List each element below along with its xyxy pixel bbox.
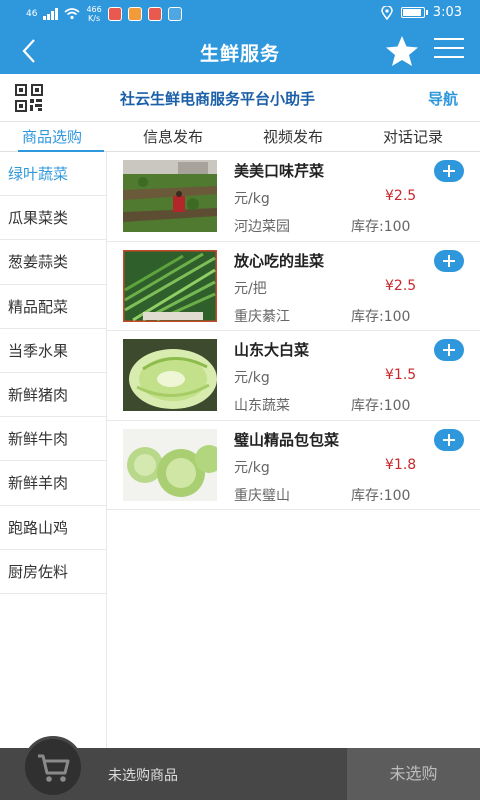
product-origin: 重庆綦江 <box>234 308 290 325</box>
star-icon <box>386 36 418 66</box>
tab-publish-info[interactable]: 信息发布 <box>143 126 203 147</box>
checkout-button[interactable]: 未选购 <box>347 748 480 800</box>
message-icon <box>167 7 182 21</box>
product-list: 美美口味芹菜 元/kg ¥2.5 河边菜园 库存:100 放心吃的韭菜 元/把 … <box>107 152 480 748</box>
product-unit: 元/kg <box>234 191 270 207</box>
product-stock: 库存:100 <box>351 219 411 235</box>
product-price: ¥1.8 <box>385 456 417 473</box>
menu-icon <box>434 38 464 58</box>
product-image-napa-cabbage <box>123 339 217 411</box>
product-stock: 库存:100 <box>351 487 411 504</box>
category-item[interactable]: 葱姜蒜类 <box>0 240 106 285</box>
product-name: 璧山精品包包菜 <box>234 430 340 449</box>
favorite-button[interactable] <box>384 34 420 68</box>
location-icon <box>381 5 393 20</box>
net-speed-unit: K/s <box>88 14 101 23</box>
category-item[interactable]: 新鲜羊肉 <box>0 461 106 506</box>
shopping-cart-icon <box>38 754 70 782</box>
notification-app-icon <box>127 7 142 21</box>
net-speed-value: 466 <box>86 5 102 14</box>
category-sidebar: 绿叶蔬菜 瓜果菜类 葱姜蒜类 精品配菜 当季水果 新鲜猪肉 新鲜牛肉 新鲜羊肉 … <box>0 152 107 748</box>
product-origin: 重庆璧山 <box>234 487 290 504</box>
product-image-round-cabbage <box>123 428 217 501</box>
category-item[interactable]: 跑路山鸡 <box>0 506 106 550</box>
net-speed: 466 K/s <box>86 5 101 23</box>
add-to-cart-button[interactable] <box>434 160 464 182</box>
product-price: ¥1.5 <box>385 367 417 383</box>
cart-status-text: 未选购商品 <box>108 768 178 784</box>
product-item[interactable]: 山东大白菜 元/kg ¥1.5 山东蔬菜 库存:100 <box>107 331 480 421</box>
assistant-title: 社云生鲜电商服务平台小助手 <box>120 90 316 108</box>
product-name: 山东大白菜 <box>234 341 310 359</box>
product-name: 放心吃的韭菜 <box>234 251 325 270</box>
notification-app-icon <box>107 7 122 21</box>
navigation-link[interactable]: 导航 <box>428 88 458 109</box>
tab-bar: 商品选购 信息发布 视频发布 对话记录 <box>0 122 480 152</box>
status-right: 3:03 <box>381 5 462 20</box>
menu-button[interactable] <box>434 38 464 64</box>
tab-publish-video[interactable]: 视频发布 <box>263 126 323 147</box>
product-image-chives <box>123 249 217 322</box>
category-item[interactable]: 新鲜牛肉 <box>0 417 106 462</box>
assistant-bar: 社云生鲜电商服务平台小助手 导航 <box>0 74 480 122</box>
signal-icon <box>43 8 59 20</box>
category-item[interactable]: 当季水果 <box>0 329 106 373</box>
category-item[interactable]: 新鲜猪肉 <box>0 373 106 418</box>
wifi-icon <box>64 8 80 20</box>
product-item[interactable]: 放心吃的韭菜 元/把 ¥2.5 重庆綦江 库存:100 <box>107 242 480 331</box>
product-price: ¥2.5 <box>385 277 417 294</box>
product-price: ¥2.5 <box>385 188 417 204</box>
add-to-cart-button[interactable] <box>434 249 464 272</box>
qr-code-button[interactable] <box>15 84 43 112</box>
product-stock: 库存:100 <box>351 308 411 325</box>
category-item[interactable]: 绿叶蔬菜 <box>0 152 106 197</box>
tab-chat-history[interactable]: 对话记录 <box>383 126 443 147</box>
cart-button[interactable] <box>22 736 84 798</box>
status-bar: 46 466 K/s 3:03 <box>0 0 480 28</box>
battery-icon <box>400 7 428 18</box>
product-item[interactable]: 璧山精品包包菜 元/kg ¥1.8 重庆璧山 库存:100 <box>107 421 480 510</box>
tab-shopping[interactable]: 商品选购 <box>22 126 82 147</box>
add-to-cart-button[interactable] <box>434 339 464 361</box>
add-to-cart-button[interactable] <box>434 428 464 451</box>
product-item[interactable]: 美美口味芹菜 元/kg ¥2.5 河边菜园 库存:100 <box>107 152 480 242</box>
product-unit: 元/kg <box>234 459 270 476</box>
product-origin: 河边菜园 <box>234 219 290 235</box>
status-left: 46 466 K/s <box>26 5 182 23</box>
clock: 3:03 <box>432 5 462 20</box>
category-item[interactable]: 厨房佐料 <box>0 550 106 594</box>
qr-code-icon <box>15 84 43 112</box>
product-origin: 山东蔬菜 <box>234 398 290 414</box>
app-header: 生鲜服务 <box>0 28 480 74</box>
product-image-celery <box>123 160 217 232</box>
cart-bar: 未选购商品 未选购 <box>0 736 480 800</box>
product-name: 美美口味芹菜 <box>234 162 325 180</box>
category-item[interactable]: 瓜果菜类 <box>0 196 106 241</box>
product-stock: 库存:100 <box>351 398 411 414</box>
category-item[interactable]: 精品配菜 <box>0 285 106 329</box>
network-type: 46 <box>26 8 38 19</box>
notification-app-icon <box>147 7 162 21</box>
product-unit: 元/kg <box>234 370 270 386</box>
product-unit: 元/把 <box>234 280 267 297</box>
